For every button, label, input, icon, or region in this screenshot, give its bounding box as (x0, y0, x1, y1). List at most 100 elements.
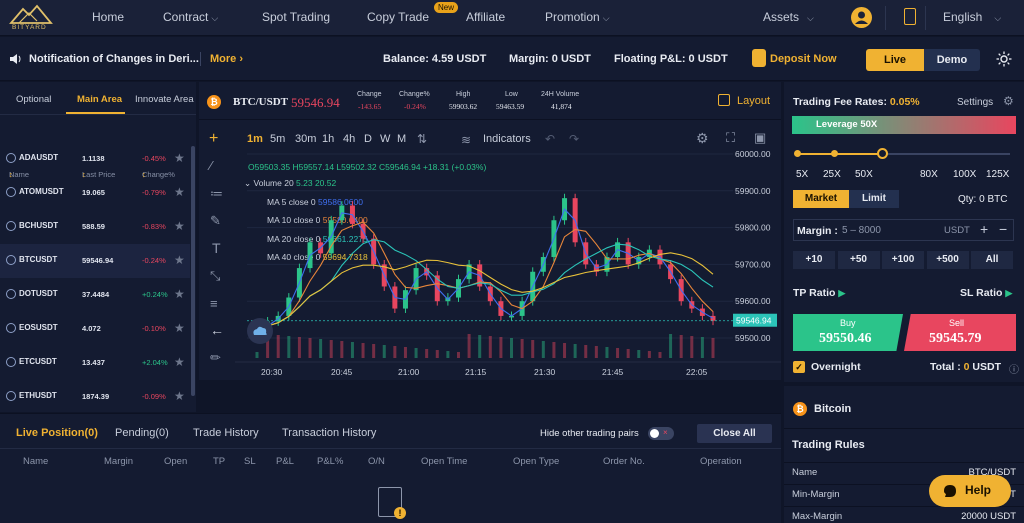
user-avatar-icon[interactable] (851, 7, 872, 28)
interval-D[interactable]: D (364, 133, 372, 145)
interval-4h[interactable]: 4h (343, 133, 355, 145)
sl-ratio[interactable]: SL Ratio ▶ (960, 287, 1012, 299)
redo-icon[interactable]: ↷ (569, 132, 579, 146)
nav-contract[interactable]: Contract ⌵ (163, 10, 218, 24)
crosshair-icon[interactable]: + (209, 130, 218, 148)
star-icon[interactable]: ★ (174, 389, 185, 403)
tab-optional[interactable]: Optional (16, 94, 51, 105)
quick-amount-button[interactable]: +50 (837, 251, 880, 269)
interval-30m[interactable]: 30m (295, 133, 316, 145)
overnight-checkbox[interactable]: ✓ (793, 361, 805, 373)
tab-innovate-area[interactable]: Innovate Area (135, 94, 194, 105)
pattern-icon[interactable]: ⤡ (210, 268, 220, 284)
fib-icon[interactable]: ≔ (210, 186, 223, 202)
gear-icon[interactable]: ⚙ (696, 130, 709, 147)
interval-M[interactable]: M (397, 133, 406, 145)
close-all-button[interactable]: Close All (697, 424, 772, 443)
leverage-level[interactable]: 125X (986, 169, 1009, 180)
download-app-icon[interactable] (904, 8, 916, 25)
brush-icon[interactable]: ✎ (210, 213, 221, 229)
scrollbar[interactable] (191, 146, 195, 396)
quick-amount-button[interactable]: +10 (793, 251, 835, 269)
nav-copy-trade[interactable]: Copy Trade (367, 10, 429, 24)
camera-icon[interactable]: ▣ (754, 130, 766, 146)
market-row[interactable]: EOSUSDT 4.072 -0.10% ★ (0, 312, 190, 346)
star-icon[interactable]: ★ (174, 253, 185, 267)
market-row[interactable]: ATOMUSDT 19.065 -0.79% ★ (0, 176, 190, 210)
tab-trade-history[interactable]: Trade History (193, 427, 259, 439)
measure-icon[interactable]: ≡ (210, 296, 218, 311)
star-icon[interactable]: ★ (174, 355, 185, 369)
trendline-icon[interactable]: ∕ (210, 158, 212, 173)
limit-order-tab[interactable]: Limit (849, 190, 899, 208)
market-row[interactable]: BCHUSDT 588.59 -0.83% ★ (0, 210, 190, 244)
interval-1m[interactable]: 1m (247, 133, 263, 145)
market-row[interactable]: ETCUSDT 13.437 +2.04% ★ (0, 346, 190, 380)
nav-spot-trading[interactable]: Spot Trading (262, 10, 330, 24)
star-icon[interactable]: ★ (174, 287, 185, 301)
nav-assets[interactable]: Assets ⌵ (763, 10, 814, 24)
sun-theme-icon[interactable] (996, 51, 1012, 67)
buy-button[interactable]: Buy 59550.46 (793, 314, 903, 351)
margin-input-box[interactable]: Margin : 5 – 8000 USDT + − (793, 219, 1014, 241)
fullscreen-icon[interactable]: ⛶ (726, 130, 735, 146)
market-row[interactable]: ETHUSDT 1874.39 -0.09% ★ (0, 380, 190, 414)
star-icon[interactable]: ★ (174, 219, 185, 233)
leverage-level[interactable]: 80X (920, 169, 938, 180)
market-row[interactable]: ADAUSDT 1.1138 -0.45% ★ (0, 142, 190, 176)
plus-icon[interactable]: + (980, 221, 988, 237)
interval-1h[interactable]: 1h (322, 133, 334, 145)
nav-home[interactable]: Home (92, 10, 124, 24)
tab-pending[interactable]: Pending(0) (115, 427, 169, 439)
pair-name[interactable]: BTC/USDT (233, 96, 288, 108)
help-button[interactable]: Help (929, 475, 1011, 507)
star-icon[interactable]: ★ (174, 321, 185, 335)
ruler-icon[interactable]: ✏ (210, 350, 221, 366)
tab-main-area[interactable]: Main Area (77, 94, 122, 105)
deposit-now-link[interactable]: Deposit Now (770, 53, 837, 65)
layout-button[interactable]: Layout (737, 95, 770, 107)
market-order-tab[interactable]: Market (793, 190, 849, 208)
quick-amount-button[interactable]: +500 (926, 251, 969, 269)
quick-amount-button[interactable]: +100 (882, 251, 924, 269)
nav-affiliate[interactable]: Affiliate (466, 10, 505, 24)
leverage-slider-track[interactable] (794, 148, 1010, 159)
more-link[interactable]: More › (210, 53, 243, 65)
live-mode-button[interactable]: Live (866, 49, 924, 71)
margin-input[interactable]: 5 – 8000 (842, 225, 881, 236)
back-arrow-icon[interactable]: ← (210, 322, 224, 338)
indicators-button[interactable]: Indicators (483, 133, 531, 145)
star-icon[interactable]: ★ (174, 151, 185, 165)
sell-button[interactable]: Sell 59545.79 (904, 314, 1016, 351)
leverage-level[interactable]: 25X (823, 169, 841, 180)
interval-W[interactable]: W (380, 133, 390, 145)
price-chart[interactable]: 60000.00 59900.00 59800.00 59700.00 59600.00… (235, 148, 781, 380)
market-row[interactable]: BTCUSDT 59546.94 -0.24% ★ (0, 244, 190, 278)
star-icon[interactable]: ★ (174, 185, 185, 199)
trading-rules-title: Trading Rules (792, 439, 865, 451)
info-icon[interactable]: ⓘ (1009, 361, 1019, 376)
text-tool-icon[interactable]: T (212, 240, 221, 256)
nav-promotion[interactable]: Promotion ⌵ (545, 10, 610, 24)
tab-live-position[interactable]: Live Position(0) (16, 427, 98, 439)
gear-icon[interactable]: ⚙ (1003, 94, 1014, 108)
notification-text[interactable]: Notification of Changes in Deri... (29, 53, 199, 65)
minus-icon[interactable]: − (999, 221, 1007, 237)
quick-amount-button[interactable]: All (971, 251, 1013, 269)
interval-5m[interactable]: 5m (270, 133, 285, 145)
undo-icon[interactable]: ↶ (545, 132, 555, 146)
leverage-slider-handle[interactable] (877, 148, 889, 159)
demo-mode-button[interactable]: Demo (924, 49, 980, 71)
settings-link[interactable]: Settings (957, 97, 993, 108)
cloud-icon[interactable] (247, 318, 273, 344)
leverage-level[interactable]: 5X (796, 169, 808, 180)
tab-transaction-history[interactable]: Transaction History (282, 427, 376, 439)
leverage-level[interactable]: 50X (855, 169, 873, 180)
logo[interactable]: BITYARD (7, 3, 57, 33)
hide-pairs-toggle[interactable]: × (648, 427, 674, 440)
chart-type-icon[interactable]: ⇅ (417, 132, 427, 146)
market-row[interactable]: DOTUSDT 37.4484 +0.24% ★ (0, 278, 190, 312)
leverage-level[interactable]: 100X (953, 169, 976, 180)
language-selector[interactable]: English ⌵ (943, 10, 1001, 24)
tp-ratio[interactable]: TP Ratio ▶ (793, 287, 845, 299)
